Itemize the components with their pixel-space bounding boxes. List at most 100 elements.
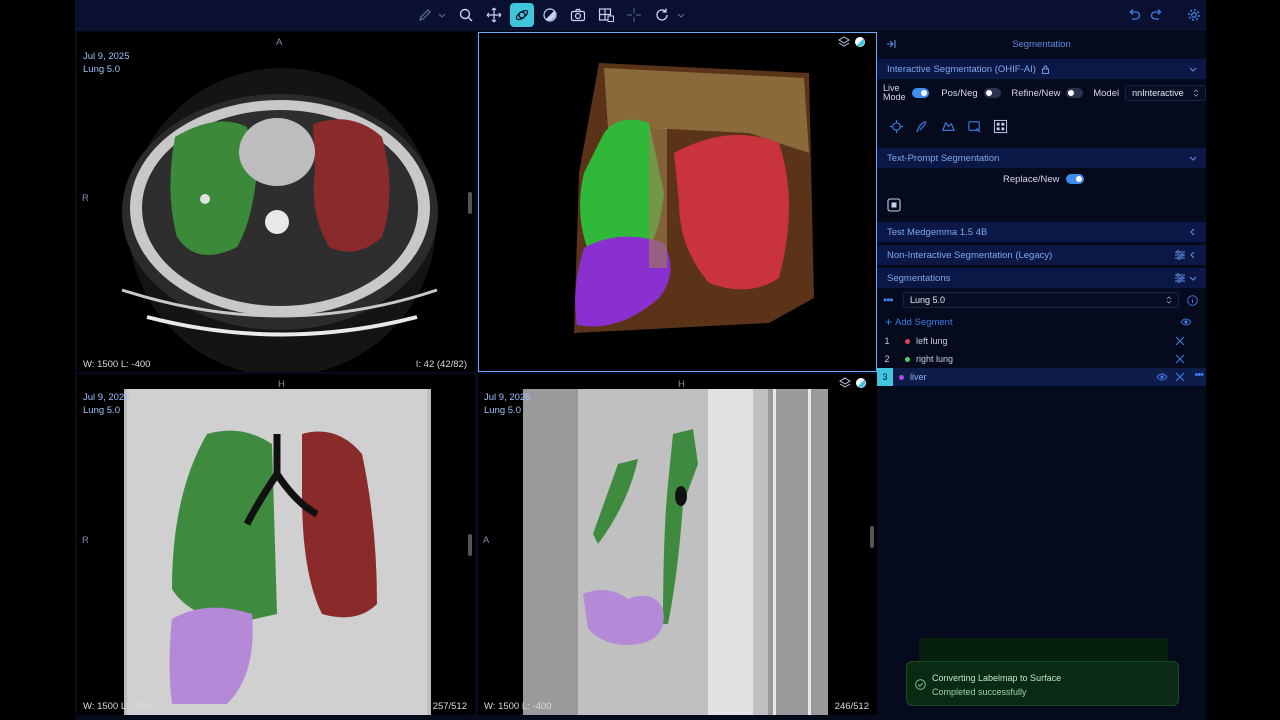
add-segment-label: Add Segment: [895, 316, 953, 328]
crosshair-icon[interactable]: [622, 3, 646, 27]
interactive-controls: Live Mode Pos/Neg Refine/New Model nnInt…: [877, 79, 1207, 107]
study-date: Jul 9, 2025: [484, 392, 531, 403]
settings-sliders-icon[interactable]: [1174, 272, 1186, 284]
axial-viewport[interactable]: Jul 9, 2025 Lung 5.0 A R W: 1500 L: -400…: [77, 32, 475, 372]
segment-row[interactable]: 1 left lung: [877, 332, 1206, 350]
text-prompt-icon[interactable]: [887, 198, 901, 212]
camera-icon[interactable]: [566, 3, 590, 27]
window-level: W: 1500 L: -400: [83, 359, 151, 370]
sagittal-viewport[interactable]: Jul 9, 2025 Lung 5.0 H A W: 1500 L: -400…: [478, 374, 877, 715]
eye-icon[interactable]: [1156, 372, 1168, 382]
slice-scrollbar[interactable]: [468, 534, 472, 556]
add-segment-row[interactable]: + Add Segment: [877, 312, 1206, 332]
more-options-icon[interactable]: •••: [883, 293, 901, 307]
volume-3d-viewport[interactable]: [478, 32, 877, 372]
hidden-eye-icon[interactable]: [1174, 353, 1186, 365]
layers-icon[interactable]: [839, 377, 851, 389]
window-level: W: 1500 L: -400: [83, 701, 151, 712]
contrast-icon[interactable]: [538, 3, 562, 27]
hidden-eye-icon[interactable]: [1174, 335, 1186, 347]
redo-icon[interactable]: [1145, 3, 1169, 27]
slice-scrollbar[interactable]: [870, 526, 874, 548]
viewport-actions: [838, 36, 866, 48]
segment-row-active[interactable]: 3 liver •••: [877, 368, 1206, 386]
chevron-left-icon[interactable]: [1188, 227, 1198, 237]
box-prompt-icon[interactable]: [965, 117, 983, 135]
segmentation-select[interactable]: Lung 5.0: [903, 292, 1179, 308]
lasso-prompt-icon[interactable]: [939, 117, 957, 135]
chevron-down-icon[interactable]: [437, 3, 447, 27]
layers-icon[interactable]: [838, 36, 850, 48]
section-legacy[interactable]: Non-Interactive Segmentation (Legacy): [877, 245, 1206, 265]
chevron-down-icon[interactable]: [676, 3, 686, 27]
settings-sliders-icon[interactable]: [1174, 249, 1186, 261]
viewport-actions: [839, 377, 867, 389]
replace-toggle[interactable]: [1065, 174, 1084, 184]
orientation-marker-left: A: [483, 535, 490, 546]
window-level: W: 1500 L: -400: [484, 701, 552, 712]
3d-rotate-icon[interactable]: [510, 3, 534, 27]
select-arrows-icon: [1192, 89, 1200, 97]
slice-index: 246/512: [834, 701, 869, 712]
posneg-toggle[interactable]: [983, 88, 1002, 98]
replace-label: Replace/New: [1003, 173, 1060, 185]
interactive-tools: [877, 107, 1206, 145]
live-mode-label: Live Mode: [883, 83, 906, 102]
section-title: Interactive Segmentation (OHIF-AI): [887, 63, 1036, 75]
search-icon[interactable]: [454, 3, 478, 27]
orientation-marker-left: R: [82, 535, 89, 546]
axial-ct-image: [121, 68, 438, 372]
chevron-down-icon[interactable]: [1188, 273, 1198, 283]
chevron-down-icon[interactable]: [1188, 64, 1198, 74]
section-title: Text-Prompt Segmentation: [887, 152, 1000, 164]
gear-icon[interactable]: [1182, 3, 1206, 27]
eye-icon[interactable]: [1180, 317, 1192, 327]
slice-scrollbar[interactable]: [468, 192, 472, 214]
section-interactive-segmentation[interactable]: Interactive Segmentation (OHIF-AI): [877, 59, 1206, 79]
slice-index: I: 42 (42/82): [415, 359, 467, 370]
select-arrows-icon: [1165, 296, 1173, 304]
scribble-prompt-icon[interactable]: [913, 117, 931, 135]
section-medgemma[interactable]: Test Medgemma 1.5 4B: [877, 222, 1206, 242]
coronal-viewport[interactable]: Jul 9, 2025 Lung 5.0 H R W: 1500 L: -400…: [77, 374, 475, 715]
hidden-eye-icon[interactable]: [1174, 371, 1186, 383]
auto-segment-icon[interactable]: [991, 117, 1009, 135]
3d-rendering: [574, 63, 814, 333]
coronal-ct-image: [124, 389, 431, 715]
orientation-marker-top: H: [278, 379, 285, 390]
undo-icon[interactable]: [1122, 3, 1146, 27]
chevron-down-icon[interactable]: [1188, 153, 1198, 163]
segment-list: 1 left lung 2 right lung 3 liver •••: [877, 332, 1206, 386]
contrast-icon[interactable]: [854, 36, 866, 48]
more-options-icon[interactable]: •••: [1194, 369, 1204, 381]
reset-icon[interactable]: [650, 3, 674, 27]
slice-index: 257/512: [432, 701, 467, 712]
section-text-prompt[interactable]: Text-Prompt Segmentation: [877, 148, 1206, 168]
segment-row[interactable]: 2 right lung: [877, 350, 1206, 368]
app-window: Jul 9, 2025 Lung 5.0 A R W: 1500 L: -400…: [75, 0, 1207, 720]
section-segmentations[interactable]: Segmentations: [877, 268, 1206, 288]
layout-icon[interactable]: [594, 3, 618, 27]
sagittal-ct-image: [523, 389, 828, 715]
refine-toggle[interactable]: [1065, 88, 1084, 98]
panel-title: Segmentation: [1012, 38, 1071, 50]
refine-label: Refine/New: [1011, 87, 1061, 99]
segmentation-selector-row: ••• Lung 5.0: [877, 288, 1206, 312]
chevron-left-icon[interactable]: [1188, 250, 1198, 260]
point-prompt-icon[interactable]: [887, 117, 905, 135]
pencil-icon[interactable]: [413, 3, 437, 27]
section-title: Segmentations: [887, 272, 951, 284]
collapse-panel-icon[interactable]: [885, 38, 897, 50]
study-date: Jul 9, 2025: [83, 51, 130, 62]
pan-icon[interactable]: [482, 3, 506, 27]
live-mode-toggle[interactable]: [911, 88, 930, 98]
series-name: Lung 5.0: [83, 64, 120, 75]
segment-color-dot: [899, 374, 904, 380]
info-icon[interactable]: [1187, 294, 1198, 306]
toolbar: [75, 0, 1206, 30]
notification-toast[interactable]: Converting Labelmap to Surface Completed…: [906, 661, 1179, 706]
contrast-icon[interactable]: [855, 377, 867, 389]
series-name: Lung 5.0: [484, 405, 521, 416]
study-date: Jul 9, 2025: [83, 392, 130, 403]
model-select[interactable]: nnInteractive: [1125, 85, 1207, 101]
